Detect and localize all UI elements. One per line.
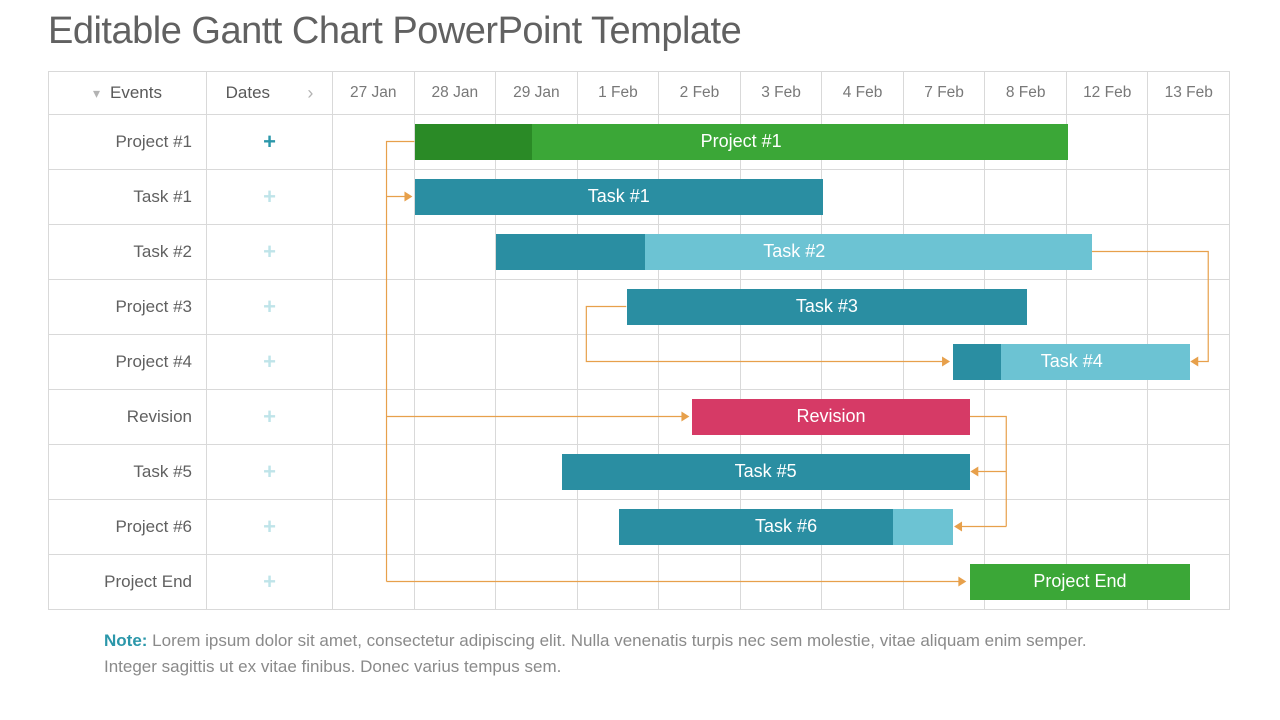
gantt-header: ▾ Events Dates › 27 Jan28 Jan29 Jan1 Feb… bbox=[49, 72, 1229, 114]
page-title: Editable Gantt Chart PowerPoint Template bbox=[48, 10, 1232, 53]
date-header: 27 Jan28 Jan29 Jan1 Feb2 Feb3 Feb4 Feb7 … bbox=[333, 72, 1229, 114]
table-row: Revision + bbox=[49, 389, 333, 444]
row-label: Project #1 bbox=[49, 115, 207, 169]
date-cell: 4 Feb bbox=[821, 72, 903, 114]
table-row: Task #2 + bbox=[49, 224, 333, 279]
gantt-chart: ▾ Events Dates › 27 Jan28 Jan29 Jan1 Feb… bbox=[48, 71, 1230, 610]
gantt-bar[interactable]: Project #1 bbox=[415, 124, 1068, 160]
table-row: Project #3 + bbox=[49, 279, 333, 334]
gantt-right-col: Project #1 Task #1 Task #2 Task #3 Task #4 Re… bbox=[333, 114, 1229, 609]
header-events[interactable]: ▾ Events bbox=[49, 72, 207, 114]
bar-label: Task #3 bbox=[796, 296, 858, 317]
date-cell: 2 Feb bbox=[658, 72, 740, 114]
gantt-bar[interactable]: Revision bbox=[692, 399, 970, 435]
expand-icon[interactable]: + bbox=[263, 186, 276, 208]
expand-icon[interactable]: + bbox=[263, 241, 276, 263]
expand-icon[interactable]: + bbox=[263, 571, 276, 593]
gantt-bar[interactable]: Task #1 bbox=[415, 179, 823, 215]
date-cell: 7 Feb bbox=[903, 72, 985, 114]
table-row: Project #6 + bbox=[49, 499, 333, 554]
bar-label: Project End bbox=[1033, 571, 1126, 592]
table-row: Project #4 + bbox=[49, 334, 333, 389]
table-row: Project End + bbox=[49, 554, 333, 609]
row-label: Task #5 bbox=[49, 445, 207, 499]
dates-col-label: Dates bbox=[226, 83, 270, 103]
expand-icon[interactable]: + bbox=[263, 406, 276, 428]
gantt-bars: Project #1 Task #1 Task #2 Task #3 Task #4 Re… bbox=[333, 114, 1229, 609]
row-label: Project #3 bbox=[49, 280, 207, 334]
row-label: Task #1 bbox=[49, 170, 207, 224]
events-label: Events bbox=[110, 83, 162, 103]
gantt-bar[interactable]: Task #2 bbox=[496, 234, 1092, 270]
note-body: Lorem ipsum dolor sit amet, consectetur … bbox=[104, 631, 1087, 676]
gantt-bar[interactable]: Task #4 bbox=[953, 344, 1190, 380]
gantt-bar[interactable]: Task #6 bbox=[619, 509, 954, 545]
row-label: Task #2 bbox=[49, 225, 207, 279]
gantt-bar[interactable]: Task #5 bbox=[562, 454, 970, 490]
row-label: Project End bbox=[49, 555, 207, 609]
date-cell: 12 Feb bbox=[1066, 72, 1148, 114]
note-prefix: Note: bbox=[104, 631, 147, 650]
date-cell: 28 Jan bbox=[414, 72, 496, 114]
date-cell: 1 Feb bbox=[577, 72, 659, 114]
date-cell: 13 Feb bbox=[1147, 72, 1229, 114]
expand-icon[interactable]: + bbox=[263, 131, 276, 153]
date-cell: 8 Feb bbox=[984, 72, 1066, 114]
gantt-left-col: Project #1+Task #1+Task #2+Project #3+Pr… bbox=[49, 114, 333, 609]
row-label: Project #4 bbox=[49, 335, 207, 389]
bar-label: Revision bbox=[796, 406, 865, 427]
date-cell: 29 Jan bbox=[495, 72, 577, 114]
bar-label: Task #4 bbox=[1041, 351, 1103, 372]
bar-label: Project #1 bbox=[701, 131, 782, 152]
bar-label: Task #1 bbox=[588, 186, 650, 207]
row-label: Revision bbox=[49, 390, 207, 444]
note: Note: Lorem ipsum dolor sit amet, consec… bbox=[104, 628, 1124, 679]
date-cell: 3 Feb bbox=[740, 72, 822, 114]
bar-label: Task #6 bbox=[755, 516, 817, 537]
expand-icon[interactable]: + bbox=[263, 296, 276, 318]
table-row: Task #1 + bbox=[49, 169, 333, 224]
header-dates-col[interactable]: Dates › bbox=[207, 72, 333, 114]
bar-label: Task #2 bbox=[763, 241, 825, 262]
gantt-bar[interactable]: Task #3 bbox=[627, 289, 1027, 325]
date-cell: 27 Jan bbox=[333, 72, 414, 114]
row-label: Project #6 bbox=[49, 500, 207, 554]
expand-icon[interactable]: + bbox=[263, 351, 276, 373]
expand-icon[interactable]: + bbox=[263, 461, 276, 483]
expand-icon[interactable]: + bbox=[263, 516, 276, 538]
chevron-right-icon: › bbox=[307, 83, 313, 104]
gantt-bar[interactable]: Project End bbox=[970, 564, 1190, 600]
table-row: Task #5 + bbox=[49, 444, 333, 499]
chevron-down-icon: ▾ bbox=[93, 85, 100, 102]
bar-label: Task #5 bbox=[735, 461, 797, 482]
table-row: Project #1 + bbox=[49, 114, 333, 169]
